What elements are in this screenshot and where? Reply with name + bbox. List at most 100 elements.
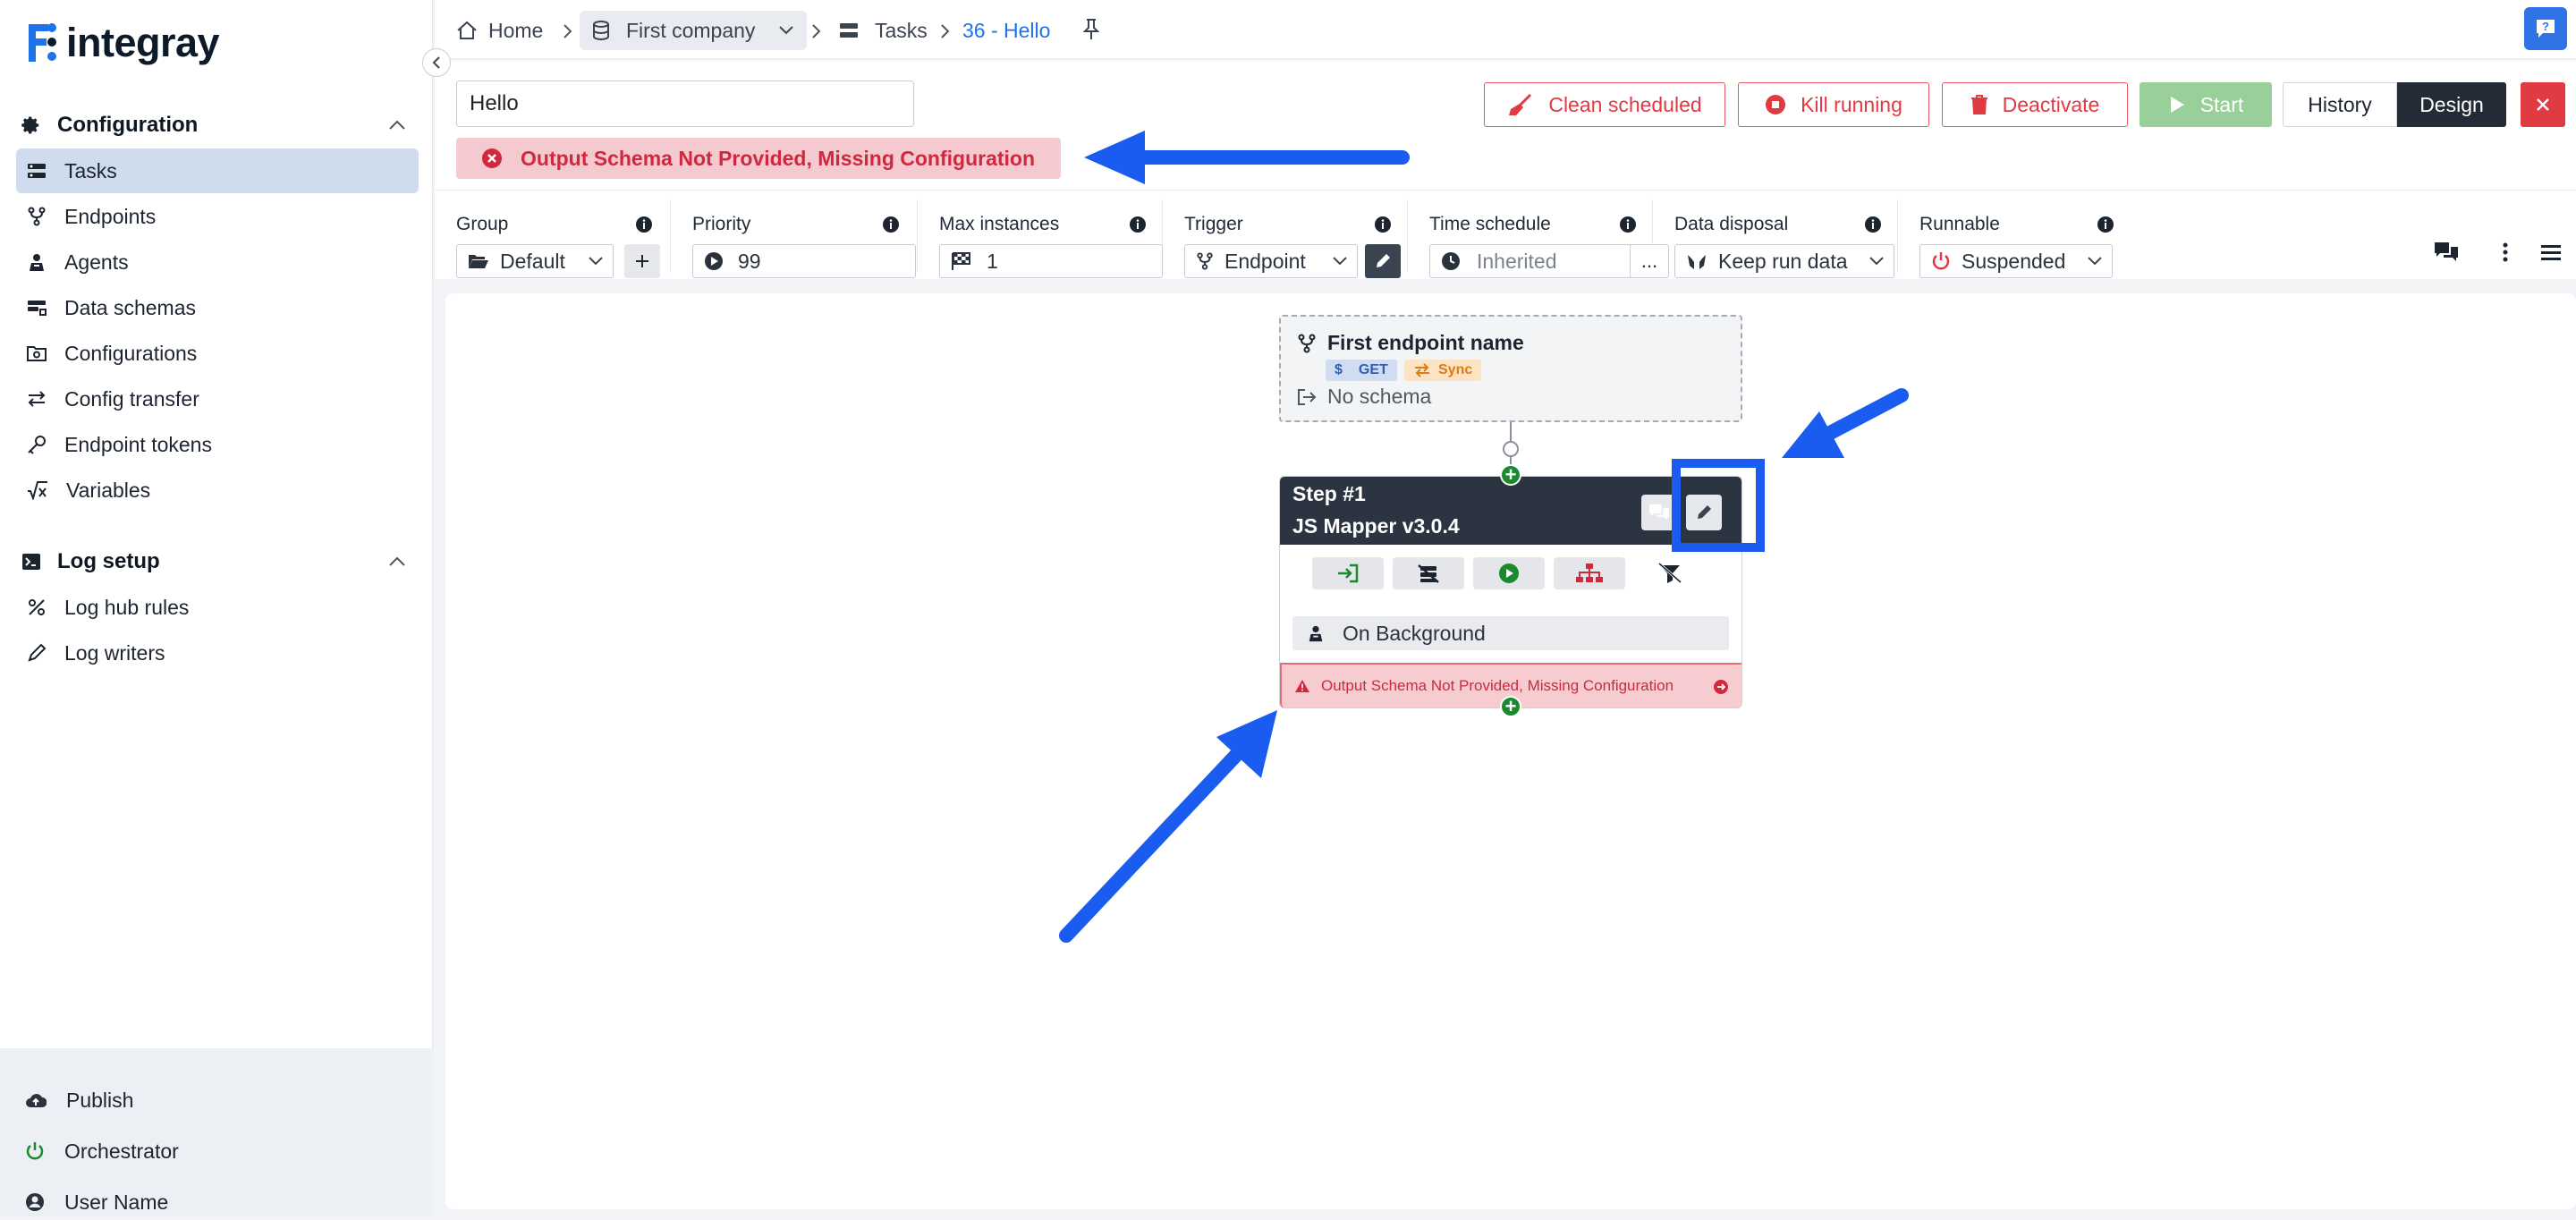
pin-icon[interactable] bbox=[1082, 18, 1100, 41]
trigger-node[interactable]: First endpoint name $ GET Sync No schema bbox=[1279, 315, 1742, 422]
close-button[interactable] bbox=[2521, 82, 2565, 127]
breadcrumb-company-select[interactable]: First company bbox=[580, 11, 808, 50]
step-input-button[interactable] bbox=[1312, 557, 1384, 589]
orchestrator-label: Orchestrator bbox=[64, 1139, 179, 1163]
clock-icon bbox=[1442, 252, 1460, 270]
play-icon bbox=[2170, 97, 2184, 113]
sidebar-item-configurations[interactable]: Configurations bbox=[16, 331, 419, 376]
hands-holding-icon bbox=[1688, 255, 1706, 269]
sidebar-item-log-writers[interactable]: Log writers bbox=[16, 631, 419, 675]
integray-logo-icon bbox=[29, 23, 56, 62]
design-tab[interactable]: Design bbox=[2397, 82, 2506, 127]
broom-icon bbox=[1509, 93, 1532, 115]
breadcrumb-current: 36 - Hello bbox=[962, 11, 1050, 50]
step-comments-button[interactable] bbox=[1641, 495, 1677, 530]
info-icon[interactable] bbox=[1619, 216, 1637, 233]
arrow-circle-right-icon[interactable] bbox=[1713, 679, 1729, 695]
info-icon[interactable] bbox=[882, 216, 900, 233]
breadcrumb-home[interactable]: Home bbox=[456, 11, 543, 50]
info-icon[interactable] bbox=[1374, 216, 1392, 233]
max-instances-input[interactable]: 1 bbox=[939, 244, 1163, 278]
warning-icon bbox=[1295, 680, 1309, 692]
dollar-icon: $ bbox=[1335, 362, 1343, 377]
trash-icon bbox=[1970, 95, 1987, 114]
edit-step-button[interactable] bbox=[1686, 495, 1722, 530]
add-step-before-button[interactable]: + bbox=[1500, 464, 1521, 486]
trigger-select[interactable]: Endpoint bbox=[1184, 244, 1358, 278]
sidebar-footer: Publish Orchestrator User Name bbox=[0, 1048, 433, 1216]
menu-icon[interactable] bbox=[2540, 241, 2562, 264]
error-banner-text: Output Schema Not Provided, Missing Conf… bbox=[521, 146, 1036, 170]
database-icon bbox=[593, 21, 609, 40]
publish-button[interactable]: Publish bbox=[25, 1082, 133, 1118]
pencil-icon bbox=[1377, 254, 1390, 267]
history-tab[interactable]: History bbox=[2283, 82, 2397, 127]
max-instances-field: Max instances 1 bbox=[918, 199, 1163, 278]
start-button[interactable]: Start bbox=[2140, 82, 2272, 127]
log-hub-icon bbox=[29, 599, 45, 615]
info-icon[interactable] bbox=[1129, 216, 1147, 233]
sidebar-item-agents[interactable]: Agents bbox=[16, 240, 419, 284]
sidebar-item-endpoint-tokens[interactable]: Endpoint tokens bbox=[16, 422, 419, 467]
user-menu[interactable]: User Name bbox=[25, 1184, 168, 1220]
step-hierarchy-button[interactable] bbox=[1554, 557, 1625, 589]
step-run-button[interactable] bbox=[1473, 557, 1545, 589]
task-name-input[interactable] bbox=[456, 80, 914, 127]
chevron-up-icon[interactable] bbox=[388, 555, 406, 567]
deactivate-label: Deactivate bbox=[2002, 92, 2100, 116]
priority-input[interactable]: 99 bbox=[692, 244, 916, 278]
tasks-icon bbox=[28, 164, 46, 178]
more-vertical-icon[interactable] bbox=[2501, 241, 2510, 264]
sidebar-item-endpoints[interactable]: Endpoints bbox=[16, 194, 419, 239]
max-instances-value: 1 bbox=[987, 249, 998, 273]
app-name: integray bbox=[66, 20, 220, 65]
sidebar-item-tasks[interactable]: Tasks bbox=[16, 148, 419, 193]
collapse-sidebar-button[interactable] bbox=[422, 48, 451, 77]
add-step-after-button[interactable]: + bbox=[1500, 696, 1521, 717]
priority-value: 99 bbox=[738, 249, 761, 273]
user-icon bbox=[26, 1193, 44, 1211]
section-configuration[interactable]: Configuration bbox=[21, 107, 415, 143]
deactivate-button[interactable]: Deactivate bbox=[1942, 82, 2128, 127]
group-select[interactable]: Default bbox=[456, 244, 614, 278]
runnable-select[interactable]: Suspended bbox=[1919, 244, 2113, 278]
add-group-button[interactable] bbox=[624, 244, 660, 278]
logo[interactable]: integray bbox=[21, 14, 220, 72]
sidebar-item-variables[interactable]: Variables bbox=[16, 468, 419, 513]
step-number: Step #1 bbox=[1292, 482, 1366, 505]
info-icon[interactable] bbox=[635, 216, 653, 233]
comments-icon[interactable] bbox=[2433, 241, 2460, 264]
breadcrumb-tasks[interactable]: Tasks bbox=[839, 11, 928, 50]
edit-trigger-button[interactable] bbox=[1365, 244, 1401, 278]
step-filter-off-button[interactable] bbox=[1634, 557, 1706, 589]
data-disposal-select[interactable]: Keep run data bbox=[1674, 244, 1894, 278]
time-schedule-field: Time schedule Inherited ... bbox=[1408, 199, 1669, 278]
data-disposal-value: Keep run data bbox=[1718, 249, 1848, 273]
trigger-value: Endpoint bbox=[1224, 249, 1306, 273]
agent-icon bbox=[30, 254, 44, 271]
orchestrator-button[interactable]: Orchestrator bbox=[25, 1133, 179, 1169]
step-node[interactable]: Step #1 JS Mapper v3.0.4 On Background O… bbox=[1279, 476, 1742, 708]
chevron-down-icon bbox=[2088, 257, 2102, 266]
step-disable-schema-button[interactable] bbox=[1393, 557, 1464, 589]
tasks-icon bbox=[840, 23, 858, 38]
clean-scheduled-button[interactable]: Clean scheduled bbox=[1484, 82, 1725, 127]
chevron-left-icon bbox=[432, 56, 440, 69]
kill-running-button[interactable]: Kill running bbox=[1738, 82, 1929, 127]
chevron-right-icon bbox=[941, 24, 950, 38]
background-mode[interactable]: On Background bbox=[1292, 616, 1729, 650]
sidebar-item-data-schemas[interactable]: Data schemas bbox=[16, 285, 419, 330]
section-log-setup[interactable]: Log setup bbox=[21, 544, 415, 580]
help-chat-button[interactable]: ? bbox=[2524, 7, 2567, 50]
sidebar-item-log-hub-rules[interactable]: Log hub rules bbox=[16, 585, 419, 630]
chevron-up-icon[interactable] bbox=[388, 118, 406, 131]
info-icon[interactable] bbox=[2097, 216, 2114, 233]
info-icon[interactable] bbox=[1864, 216, 1882, 233]
chevron-right-icon bbox=[812, 24, 821, 38]
chevron-down-icon bbox=[589, 257, 603, 266]
sign-in-icon bbox=[1338, 563, 1359, 583]
sidebar-item-config-transfer[interactable]: Config transfer bbox=[16, 377, 419, 421]
sync-arrows-icon bbox=[1415, 363, 1429, 377]
publish-label: Publish bbox=[66, 1088, 134, 1112]
database-slash-icon bbox=[1418, 564, 1439, 583]
